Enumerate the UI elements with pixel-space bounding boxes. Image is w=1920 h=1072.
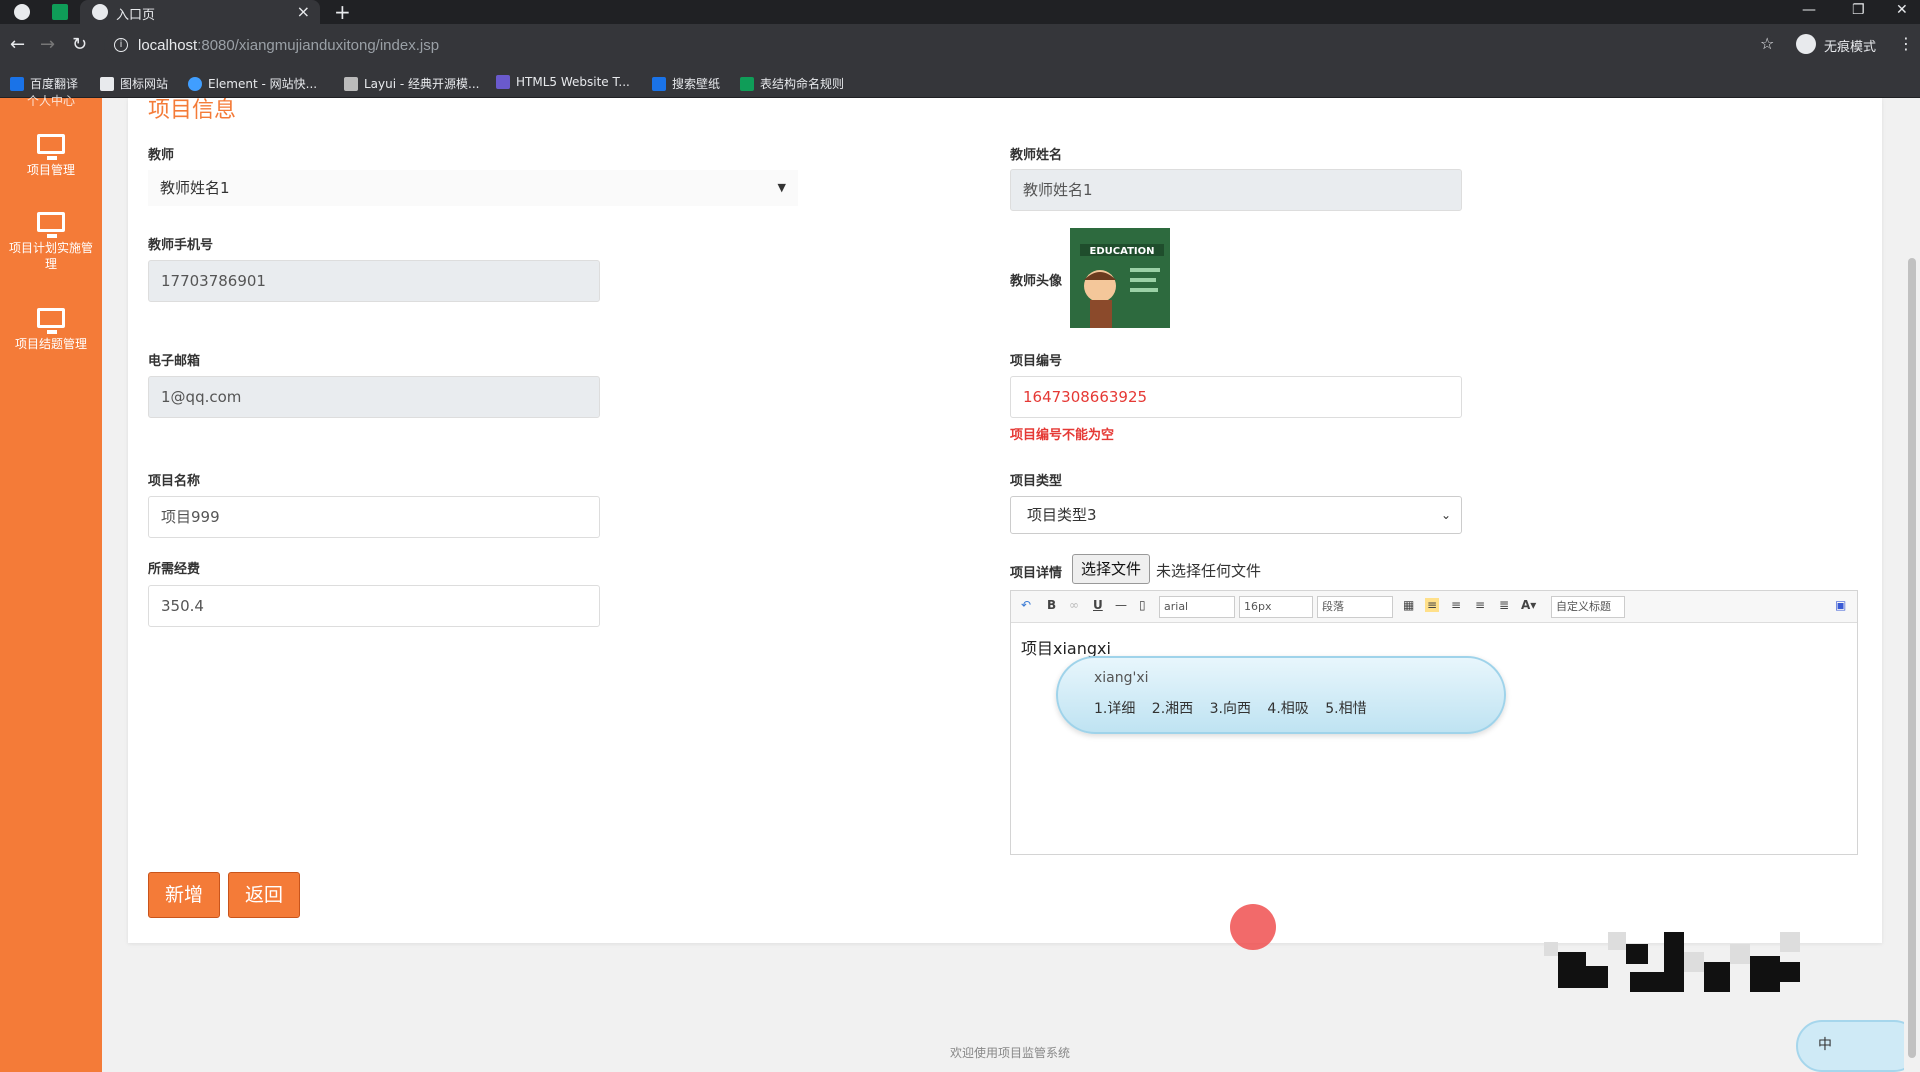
phone-field[interactable]: 17703786901 [148, 260, 600, 302]
ime-status-bubble[interactable]: 中 [1796, 1020, 1920, 1072]
font-color-icon[interactable]: A▾ [1521, 598, 1536, 612]
font-size-select[interactable]: 16px [1239, 596, 1313, 618]
forward-icon[interactable]: → [40, 34, 55, 55]
ime-language-label: 中 [1818, 1037, 1832, 1053]
new-tab-icon[interactable]: + [334, 0, 351, 24]
teacher-avatar: EDUCATION [1070, 228, 1170, 328]
bookmark-item[interactable]: 搜索壁纸 [652, 75, 720, 92]
scrollbar-thumb[interactable] [1908, 258, 1916, 1058]
align-center-icon[interactable]: ≡ [1451, 598, 1461, 612]
budget-field[interactable]: 350.4 [148, 585, 600, 627]
teacher-name-label: 教师姓名 [1010, 148, 1063, 163]
underline-icon[interactable]: U [1093, 598, 1103, 612]
project-type-value: 项目类型3 [1027, 506, 1097, 524]
bold-icon[interactable]: B [1047, 598, 1056, 612]
back-button[interactable]: 返回 [228, 872, 301, 918]
file-status: 未选择任何文件 [1156, 562, 1262, 580]
globe-icon [92, 4, 108, 20]
bookmark-item[interactable]: 百度翻译 [10, 75, 78, 92]
bookmark-item[interactable]: HTML5 Website T... [496, 75, 630, 89]
detail-label: 项目详情 [1010, 566, 1063, 581]
teacher-name-field[interactable]: 教师姓名1 [1010, 169, 1462, 211]
bookmark-item[interactable]: Layui - 经典开源模... [344, 75, 479, 92]
avatar-label: 教师头像 [1010, 274, 1063, 289]
browser-toolbar: ← → ↻ i localhost:8080/xiangmujianduxito… [0, 24, 1920, 68]
qr-code-image [1544, 932, 1800, 992]
bookmarks-bar: 百度翻译 图标网站 Element - 网站快... Layui - 经典开源模… [0, 68, 1920, 98]
bookmark-item[interactable]: Element - 网站快... [188, 75, 317, 92]
address-bar[interactable]: i localhost:8080/xiangmujianduxitong/ind… [104, 30, 1774, 62]
table-icon[interactable]: ▦ [1403, 598, 1414, 612]
active-tab[interactable]: 入口页 × [80, 0, 320, 24]
sidebar-item-plan[interactable]: 项目计划实施管理 [0, 212, 102, 272]
clear-format-icon[interactable]: ▯ [1139, 598, 1146, 612]
ime-pinyin: xiang'xi [1094, 670, 1149, 686]
incognito-label[interactable]: 无痕模式 [1824, 36, 1876, 55]
align-right-icon[interactable]: ≡ [1475, 598, 1485, 612]
bookmark-item[interactable]: 表结构命名规则 [740, 75, 844, 92]
sidebar-item-label: 项目管理 [26, 163, 75, 177]
sidebar-item-label: 项目计划实施管理 [8, 241, 93, 271]
project-name-label: 项目名称 [148, 474, 201, 489]
teacher-select[interactable]: 教师姓名1 ▼ [148, 170, 798, 206]
monitor-icon [37, 308, 65, 334]
sidebar-item-conclusion[interactable]: 项目结题管理 [0, 308, 102, 352]
monitor-icon [37, 134, 65, 160]
close-tab-icon[interactable]: × [297, 2, 310, 21]
reload-icon[interactable]: ↻ [72, 34, 87, 55]
sidebar-item-label: 项目结题管理 [14, 337, 87, 351]
project-no-label: 项目编号 [1010, 354, 1063, 369]
custom-title-select[interactable]: 自定义标题 [1551, 596, 1625, 618]
email-label: 电子邮箱 [148, 354, 201, 369]
ime-candidates[interactable]: 1.详细 2.湘西 3.向西 4.相吸 5.相惜 [1094, 698, 1367, 718]
browser-tab-strip: 入口页 × + — ❐ ✕ [0, 0, 1920, 24]
project-type-select[interactable]: 项目类型3 ⌄ [1010, 496, 1462, 534]
sheet-tab-icon[interactable] [52, 4, 68, 20]
page-scrollbar[interactable] [1904, 98, 1920, 1072]
info-icon[interactable]: i [114, 38, 128, 52]
undo-icon[interactable]: ↶ [1021, 598, 1031, 612]
project-type-label: 项目类型 [1010, 474, 1063, 489]
sidebar: 个人中心 项目管理 项目计划实施管理 项目结题管理 [0, 94, 102, 1072]
project-no-field[interactable]: 1647308663925 [1010, 376, 1462, 418]
tab-title: 入口页 [116, 8, 156, 23]
sidebar-item-projects[interactable]: 项目管理 [0, 134, 102, 178]
sidebar-item-profile[interactable]: 个人中心 [0, 92, 102, 109]
align-left-icon[interactable]: ≡ [1425, 598, 1440, 612]
browser-menu-icon[interactable]: ⋮ [1898, 34, 1914, 53]
choose-file-button[interactable]: 选择文件 [1072, 554, 1151, 584]
teacher-select-value: 教师姓名1 [160, 179, 230, 197]
bookmark-star-icon[interactable]: ☆ [1760, 34, 1774, 53]
email-field[interactable]: 1@qq.com [148, 376, 600, 418]
justify-icon[interactable]: ≣ [1499, 598, 1509, 612]
horizontal-rule-icon[interactable]: — [1115, 598, 1127, 612]
close-window-icon[interactable]: ✕ [1896, 2, 1908, 18]
url-text: localhost:8080/xiangmujianduxitong/index… [138, 37, 440, 54]
minimize-icon[interactable]: — [1802, 2, 1816, 18]
incognito-icon [1796, 34, 1816, 54]
restore-icon[interactable]: ❐ [1852, 2, 1865, 18]
paragraph-select[interactable]: 段落 [1317, 596, 1393, 618]
ime-candidate-window: xiang'xi 1.详细 2.湘西 3.向西 4.相吸 5.相惜 [1056, 656, 1506, 734]
font-family-select[interactable]: arial [1159, 596, 1235, 618]
budget-label: 所需经费 [148, 562, 201, 577]
project-name-field[interactable]: 项目999 [148, 496, 600, 538]
caret-down-icon: ▼ [777, 181, 786, 194]
bookmark-item[interactable]: 图标网站 [100, 75, 168, 92]
back-icon[interactable]: ← [10, 34, 25, 55]
fullscreen-icon[interactable]: ▣ [1835, 598, 1846, 612]
footer-text: 欢迎使用项目监管系统 [949, 1046, 1070, 1060]
editor-toolbar: ↶ B ∞ U — ▯ arial 16px 段落 ▦ ≡ ≡ ≡ ≣ A▾ 自… [1011, 591, 1857, 623]
section-title: 项目信息 [148, 98, 237, 123]
app-favicon[interactable] [14, 4, 30, 20]
click-indicator [1230, 904, 1276, 950]
project-no-error: 项目编号不能为空 [1010, 428, 1115, 443]
monitor-icon [37, 212, 65, 238]
svg-text:EDUCATION: EDUCATION [1090, 246, 1155, 257]
add-button[interactable]: 新增 [148, 872, 221, 918]
phone-label: 教师手机号 [148, 238, 214, 253]
chevron-down-icon: ⌄ [1440, 508, 1451, 522]
teacher-label: 教师 [148, 148, 175, 163]
strikethrough-icon[interactable]: ∞ [1069, 598, 1079, 612]
